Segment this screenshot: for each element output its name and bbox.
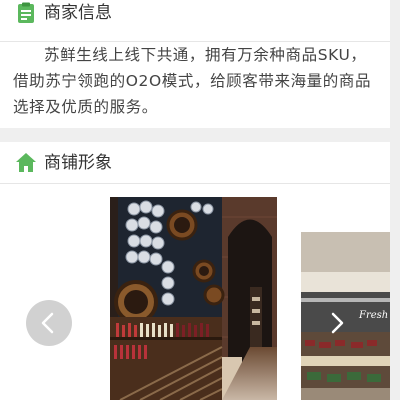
store-images-title: 商铺形象 [44, 153, 112, 173]
merchant-info-title: 商家信息 [44, 3, 112, 23]
chevron-right-icon [331, 312, 344, 334]
fresh-sign: Fresh [358, 310, 388, 321]
clipboard-icon [15, 2, 37, 24]
chevron-left-icon [41, 312, 54, 334]
store-image-carousel[interactable]: Fresh [0, 184, 390, 400]
home-icon [15, 152, 37, 174]
carousel-prev-button[interactable] [26, 300, 72, 346]
store-images-header: 商铺形象 [0, 142, 390, 184]
carousel-next-button[interactable] [313, 300, 359, 346]
merchant-description: 苏鲜生线上线下共通，拥有万余种商品SKU，借助苏宁领跑的O2O模式，给顾客带来海… [13, 46, 372, 116]
merchant-info-header: 商家信息 [0, 0, 390, 42]
merchant-info-card: 商家信息 苏鲜生线上线下共通，拥有万余种商品SKU，借助苏宁领跑的O2O模式，给… [0, 0, 390, 128]
store-images-card: 商铺形象 Fresh [0, 142, 390, 400]
store-photo-wine-shelves[interactable] [110, 197, 277, 400]
